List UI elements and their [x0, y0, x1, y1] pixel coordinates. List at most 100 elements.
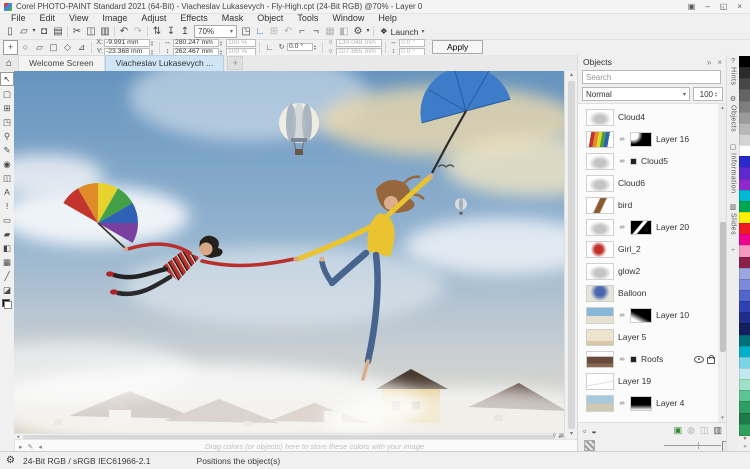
cut-icon[interactable]: ✂	[70, 25, 84, 38]
transparency-grid-icon[interactable]: ◧	[337, 25, 351, 38]
blend-mode-dropdown[interactable]: Normal ▾	[582, 87, 690, 101]
layer-row-balloon[interactable]: Balloon	[578, 282, 727, 304]
layer-row-layer10[interactable]: ∞ Layer 10	[578, 304, 727, 326]
layer-row-layer20[interactable]: ∞ Layer 20	[578, 216, 727, 238]
menu-image[interactable]: Image	[95, 13, 134, 24]
x-position-field[interactable]: -9.991 mm	[104, 38, 150, 47]
add-docker-icon[interactable]: +	[731, 245, 736, 254]
palette-expand-icon[interactable]: »	[739, 443, 750, 451]
scroll-down-icon[interactable]: ▾	[721, 414, 724, 422]
copy-icon[interactable]: ◫	[84, 25, 98, 38]
layer-row-layer4[interactable]: ∞ Layer 4	[578, 392, 727, 414]
color-swatch[interactable]	[739, 423, 750, 436]
pick-tool[interactable]: ↖	[0, 72, 14, 86]
foreground-background-swatches[interactable]	[2, 299, 12, 309]
scroll-down-icon[interactable]: ▾	[570, 430, 573, 439]
opacity-slider[interactable]	[664, 440, 728, 452]
open-icon[interactable]: ▱	[17, 25, 31, 38]
menu-file[interactable]: File	[4, 13, 33, 24]
mask-link-icon[interactable]: ∞	[618, 356, 626, 363]
opacity-spinner[interactable]: 100 ▴ ▾	[693, 87, 723, 101]
new-object-icon[interactable]: ▫	[583, 426, 586, 436]
layer-row-bird[interactable]: bird	[578, 194, 727, 216]
mask-link-icon[interactable]: ∞	[618, 136, 626, 143]
y-spinner[interactable]: ▴ ▾	[151, 48, 156, 55]
new-icon[interactable]: ▯	[3, 25, 17, 38]
save-icon[interactable]: ◘	[37, 25, 51, 38]
layer-row-girl2[interactable]: Girl_2	[578, 238, 727, 260]
menu-adjust[interactable]: Adjust	[134, 13, 173, 24]
new-lens-icon[interactable]: ◒	[591, 426, 596, 436]
docker-tab-hints[interactable]: ? Hints	[730, 58, 737, 85]
layer-row-glow2[interactable]: glow2	[578, 260, 727, 282]
menu-tools[interactable]: Tools	[290, 13, 325, 24]
eyedropper-tool[interactable]: ✎	[1, 144, 13, 156]
layer-row-layer19[interactable]: Layer 19	[578, 370, 727, 392]
clone-tool[interactable]: ◫	[1, 172, 13, 184]
home-tab[interactable]: ⌂	[0, 55, 18, 71]
crop-tool[interactable]: ◳	[1, 116, 13, 128]
image-sprayer-tool[interactable]: ▦	[1, 256, 13, 268]
docker-tab-objects[interactable]: ⚙ Objects	[730, 95, 737, 132]
canvas[interactable]	[14, 71, 564, 433]
rotate-mode-button[interactable]: ○	[19, 41, 32, 54]
anchor-point-button[interactable]: ∟	[263, 41, 276, 54]
create-from-background-icon[interactable]: ▣	[674, 425, 683, 436]
print-icon[interactable]: ▤	[51, 25, 65, 38]
options-dropdown-icon[interactable]: ▾	[365, 25, 371, 38]
height-spinner[interactable]: ▴ ▾	[220, 48, 225, 55]
palette-flyout-icon[interactable]: ▸	[19, 443, 23, 451]
rectangle-mask-tool[interactable]: ▢	[1, 88, 13, 100]
fill-tool[interactable]: ◪	[1, 284, 13, 296]
rectangle-tool[interactable]: ▭	[1, 214, 13, 226]
launch-button[interactable]: ❖ Launch ▾	[376, 26, 429, 38]
search-input[interactable]	[582, 70, 721, 84]
scroll-up-icon[interactable]: ▴	[570, 71, 573, 80]
text-tool[interactable]: A	[1, 186, 13, 198]
mask-marquee-icon[interactable]: ⌐	[295, 25, 309, 38]
line-tool[interactable]: ╱	[1, 270, 13, 282]
feather-icon[interactable]: ◍	[687, 425, 695, 436]
layer-row-cloud6[interactable]: Cloud6	[578, 172, 727, 194]
upload-icon[interactable]: ↥	[178, 25, 192, 38]
snap-icon[interactable]: ∟	[253, 25, 267, 38]
scroll-up-icon[interactable]: ▴	[721, 104, 724, 112]
palette-scroll-down-icon[interactable]: ▾	[739, 435, 750, 443]
perspective-mode-button[interactable]: ⊿	[75, 41, 88, 54]
menu-mask[interactable]: Mask	[215, 13, 251, 24]
center-x-field[interactable]: 130.048 mm	[336, 38, 382, 47]
layer-row-layer16[interactable]: ∞ Layer 16	[578, 128, 727, 150]
mask-link-icon[interactable]: ∞	[618, 400, 626, 407]
lock-icon[interactable]	[707, 355, 715, 364]
zoom-level-dropdown[interactable]: 70% ▾	[194, 25, 238, 38]
distort-mode-button[interactable]: ◇	[61, 41, 74, 54]
ruler-icon[interactable]: ⊞	[267, 25, 281, 38]
paint-tool[interactable]: !	[1, 200, 13, 212]
apply-button[interactable]: Apply	[432, 40, 484, 54]
x-spinner[interactable]: ▴ ▾	[151, 39, 156, 46]
layer-row-cloud4[interactable]: Cloud4	[578, 106, 727, 128]
eraser-tool[interactable]: ▰	[1, 228, 13, 240]
mask-transform-tool[interactable]: ⊞	[1, 102, 13, 114]
visibility-icon[interactable]	[694, 355, 704, 363]
mask-link-icon[interactable]: ∞	[618, 158, 626, 165]
restore-button[interactable]: ◱	[720, 2, 728, 11]
tab-document-active[interactable]: Viacheslav Lukasevych ...	[104, 55, 225, 71]
paste-icon[interactable]: ▥	[98, 25, 112, 38]
docker-tab-slides[interactable]: ▥ Slides	[730, 203, 737, 235]
clip-mask-icon[interactable]: ¬	[309, 25, 323, 38]
menu-help[interactable]: Help	[371, 13, 404, 24]
width-spinner[interactable]: ▴ ▾	[220, 39, 225, 46]
zoom-tool[interactable]: ⚲	[1, 130, 13, 142]
zoom-corner-icon[interactable]: ⚲	[553, 433, 557, 439]
layer-row-cloud5[interactable]: ∞ Cloud5	[578, 150, 727, 172]
width-field[interactable]: 280.247 mm	[173, 38, 219, 47]
mask-link-icon[interactable]: ∞	[618, 312, 626, 319]
rotation-spinner[interactable]: ▴ ▾	[314, 44, 319, 51]
red-eye-removal-tool[interactable]: ◉	[1, 158, 13, 170]
menu-window[interactable]: Window	[325, 13, 371, 24]
minimize-button[interactable]: –	[705, 2, 709, 11]
layer-row-roofs[interactable]: ∞ Roofs	[578, 348, 727, 370]
palette-scroll-left-icon[interactable]: ◂	[38, 443, 42, 451]
skew-x-field[interactable]: 0.0 °	[399, 38, 425, 47]
